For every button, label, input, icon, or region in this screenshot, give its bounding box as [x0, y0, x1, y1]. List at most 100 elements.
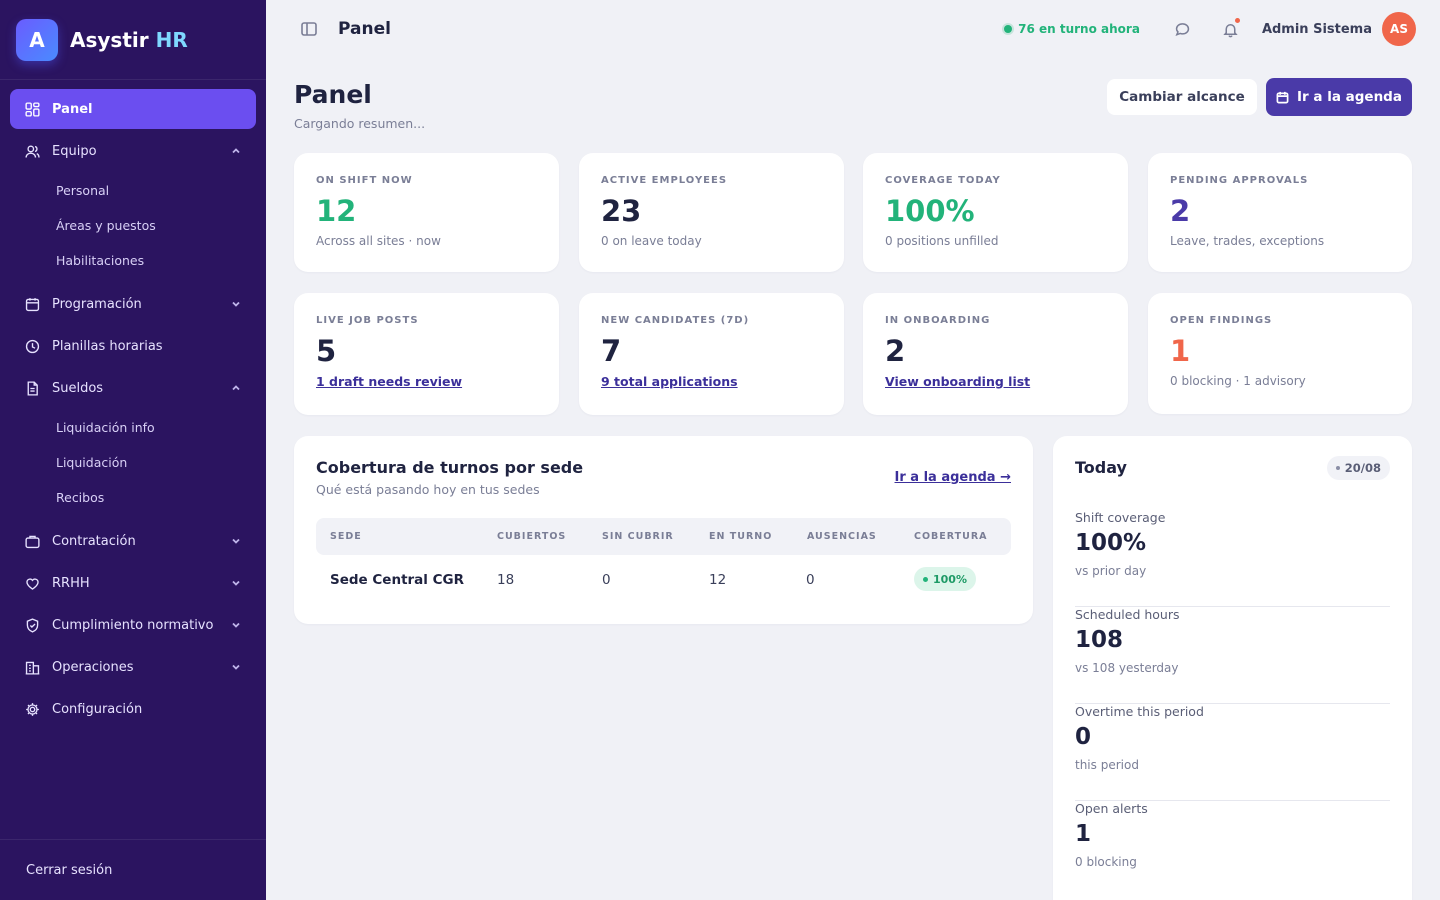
chevron-down-icon	[230, 535, 242, 547]
sidebar-item-label: Planillas horarias	[52, 338, 163, 354]
topbar-right: 76 en turno ahora Admin Sistema AS	[1004, 12, 1416, 46]
sidebar-subitem-liquidacion-info[interactable]: Liquidación info	[10, 410, 256, 445]
metric-value: 0	[1075, 724, 1092, 750]
dot-icon	[1335, 466, 1340, 470]
sidebar-item-contratacion[interactable]: Contratación	[10, 521, 256, 561]
brand-name-text: Asystir	[70, 27, 149, 52]
sidebar-item-planillas[interactable]: Planillas horarias	[10, 326, 256, 366]
stat-label: NEW CANDIDATES (7D)	[601, 315, 750, 326]
sidebar-item-label: Cumplimiento normativo	[52, 617, 214, 633]
column-header-cobertura[interactable]: COBERTURA	[914, 531, 988, 542]
sidebar-item-equipo[interactable]: Equipo	[10, 131, 256, 171]
applications-link[interactable]: 9 total applications	[601, 374, 822, 389]
status-dot-icon	[1004, 25, 1013, 33]
chevron-up-icon	[230, 382, 242, 394]
chevron-down-icon	[230, 661, 242, 673]
metric-label: Overtime this period	[1075, 704, 1204, 719]
metric-open-alerts: Open alerts 1 0 blocking	[1075, 801, 1390, 898]
metric-value: 108	[1075, 627, 1124, 653]
topbar-title: Panel	[338, 19, 391, 39]
users-icon	[22, 141, 42, 161]
sidebar-item-sueldos[interactable]: Sueldos	[10, 368, 256, 408]
onboarding-list-link[interactable]: View onboarding list	[885, 374, 1106, 389]
stat-card-on-shift[interactable]: ON SHIFT NOW 12 Across all sites · now	[294, 153, 559, 272]
cell-cubiertos: 18	[497, 572, 515, 588]
clock-icon	[22, 336, 42, 356]
chevron-down-icon	[230, 298, 242, 310]
stat-card-open-findings[interactable]: OPEN FINDINGS 1 0 blocking · 1 advisory	[1148, 293, 1412, 414]
on-shift-indicator[interactable]: 76 en turno ahora	[1004, 22, 1140, 36]
sidebar-item-label: Panel	[52, 101, 93, 117]
gear-icon	[22, 699, 42, 719]
coverage-agenda-link[interactable]: Ir a la agenda →	[895, 470, 1011, 485]
sidebar-item-label: Configuración	[52, 701, 143, 717]
cell-sin-cubrir: 0	[602, 572, 611, 588]
page-subtitle: Cargando resumen...	[294, 116, 426, 131]
sidebar-subitem-habilitaciones[interactable]: Habilitaciones	[10, 243, 256, 278]
notifications-button[interactable]	[1214, 12, 1248, 46]
avatar[interactable]: AS	[1382, 12, 1416, 46]
metric-value: 100%	[1075, 530, 1147, 556]
go-to-agenda-button[interactable]: Ir a la agenda	[1266, 78, 1412, 116]
cell-ausencias: 0	[806, 572, 815, 588]
chevron-down-icon	[230, 619, 242, 631]
metric-meta: 0 blocking	[1075, 855, 1137, 869]
stat-label: LIVE JOB POSTS	[316, 315, 419, 326]
stat-card-in-onboarding[interactable]: IN ONBOARDING 2 View onboarding list	[863, 293, 1128, 415]
stat-card-active-employees[interactable]: ACTIVE EMPLOYEES 23 0 on leave today	[579, 153, 844, 272]
logout-button[interactable]: Cerrar sesión	[0, 839, 266, 900]
sidebar-subitem-liquidacion[interactable]: Liquidación	[10, 445, 256, 480]
sidebar-item-label: Contratación	[52, 533, 136, 549]
user-name[interactable]: Admin Sistema	[1262, 22, 1372, 37]
stat-card-pending-approvals[interactable]: PENDING APPROVALS 2 Leave, trades, excep…	[1148, 153, 1412, 272]
chevron-down-icon	[230, 577, 242, 589]
stat-label: ACTIVE EMPLOYEES	[601, 175, 728, 186]
coverage-card: Cobertura de turnos por sede Qué está pa…	[294, 436, 1033, 624]
sidebar-toggle-icon[interactable]	[300, 20, 318, 38]
metric-overtime: Overtime this period 0 this period	[1075, 704, 1390, 801]
heart-icon	[22, 573, 42, 593]
sidebar-subitem-recibos[interactable]: Recibos	[10, 480, 256, 515]
sidebar-item-rrhh[interactable]: RRHH	[10, 563, 256, 603]
draft-review-link[interactable]: 1 draft needs review	[316, 374, 537, 389]
today-card: Today 20/08 Shift coverage 100% vs prior…	[1053, 436, 1412, 900]
brand-name: Asystir HR	[70, 28, 188, 52]
sidebar-item-cumplimiento[interactable]: Cumplimiento normativo	[10, 605, 256, 645]
stat-label: COVERAGE TODAY	[885, 175, 1001, 186]
badge-text: 100%	[933, 572, 967, 586]
stat-meta: 0 on leave today	[601, 233, 702, 248]
stat-value: 2	[885, 334, 906, 368]
notification-dot	[1234, 18, 1240, 23]
cell-en-turno: 12	[709, 572, 727, 588]
column-header-sin-cubrir[interactable]: SIN CUBRIR	[602, 531, 674, 542]
sidebar-item-panel[interactable]: Panel	[10, 89, 256, 129]
column-header-ausencias[interactable]: AUSENCIAS	[807, 531, 877, 542]
date-badge: 20/08	[1326, 456, 1390, 480]
brand[interactable]: A Asystir HR	[0, 0, 266, 80]
briefcase-icon	[22, 531, 42, 551]
stat-label: IN ONBOARDING	[885, 315, 991, 326]
brand-logo: A	[16, 18, 58, 61]
stat-card-live-job-posts[interactable]: LIVE JOB POSTS 5 1 draft needs review	[294, 293, 559, 415]
column-header-en-turno[interactable]: EN TURNO	[709, 531, 772, 542]
table-header: SEDE CUBIERTOS SIN CUBRIR EN TURNO AUSEN…	[316, 518, 1011, 555]
sidebar-item-programacion[interactable]: Programación	[10, 284, 256, 324]
metric-value: 1	[1075, 821, 1092, 847]
metric-label: Open alerts	[1075, 801, 1148, 816]
sidebar-subitem-personal[interactable]: Personal	[10, 173, 256, 208]
stat-card-new-candidates[interactable]: NEW CANDIDATES (7D) 7 9 total applicatio…	[579, 293, 844, 415]
brand-name-accent: HR	[155, 27, 188, 52]
sidebar-subitem-areas[interactable]: Áreas y puestos	[10, 208, 256, 243]
status-dot-icon	[923, 576, 928, 582]
sidebar-item-configuracion[interactable]: Configuración	[10, 689, 256, 729]
sidebar-item-operaciones[interactable]: Operaciones	[10, 647, 256, 687]
stat-card-coverage-today[interactable]: COVERAGE TODAY 100% 0 positions unfilled	[863, 153, 1128, 272]
column-header-cubiertos[interactable]: CUBIERTOS	[497, 531, 566, 542]
messages-button[interactable]	[1166, 12, 1200, 46]
stat-label: ON SHIFT NOW	[316, 175, 413, 186]
column-header-sede[interactable]: SEDE	[330, 531, 362, 542]
metric-meta: this period	[1075, 758, 1139, 772]
sidebar-item-label: Programación	[52, 296, 142, 312]
change-scope-button[interactable]: Cambiar alcance	[1107, 79, 1257, 115]
metric-label: Scheduled hours	[1075, 607, 1180, 622]
